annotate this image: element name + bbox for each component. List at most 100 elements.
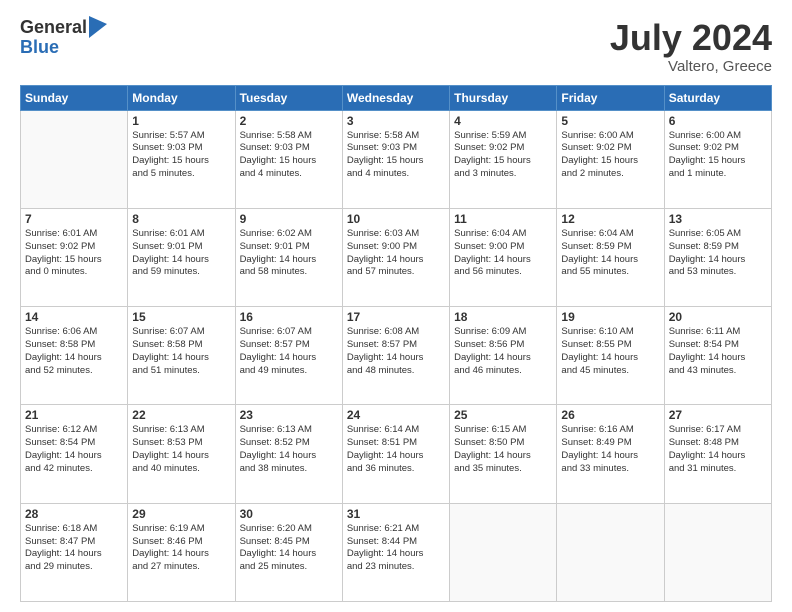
month-title: July 2024	[610, 18, 772, 58]
cell-info: Sunrise: 5:58 AM Sunset: 9:03 PM Dayligh…	[347, 130, 445, 181]
table-row: 10 Sunrise: 6:03 AM Sunset: 9:00 PM Dayli…	[342, 208, 449, 306]
day-number: 22	[132, 408, 230, 422]
table-row: 14 Sunrise: 6:06 AM Sunset: 8:58 PM Dayli…	[21, 307, 128, 405]
day-number: 26	[561, 408, 659, 422]
table-row: 13Sunrise: 6:05 AM Sunset: 8:59 PM Dayli…	[664, 208, 771, 306]
cell-info: Sunrise: 6:09 AM Sunset: 8:56 PM Dayligh…	[454, 326, 552, 377]
cell-info: Sunrise: 6:07 AM Sunset: 8:58 PM Dayligh…	[132, 326, 230, 377]
table-row: 3 Sunrise: 5:58 AM Sunset: 9:03 PM Daylig…	[342, 110, 449, 208]
table-row: 25 Sunrise: 6:15 AM Sunset: 8:50 PM Dayli…	[450, 405, 557, 503]
day-number: 5	[561, 114, 659, 128]
header: General Blue July 2024 Valtero, Greece	[20, 18, 772, 75]
col-monday: Monday	[128, 85, 235, 110]
day-number: 24	[347, 408, 445, 422]
table-row: 19 Sunrise: 6:10 AM Sunset: 8:55 PM Dayli…	[557, 307, 664, 405]
table-row: 30Sunrise: 6:20 AM Sunset: 8:45 PM Dayli…	[235, 503, 342, 601]
table-row: 2 Sunrise: 5:58 AM Sunset: 9:03 PM Daylig…	[235, 110, 342, 208]
table-row: 26 Sunrise: 6:16 AM Sunset: 8:49 PM Dayli…	[557, 405, 664, 503]
page: General Blue July 2024 Valtero, Greece S…	[0, 0, 792, 612]
table-row: 22 Sunrise: 6:13 AM Sunset: 8:53 PM Dayli…	[128, 405, 235, 503]
cell-info: Sunrise: 6:15 AM Sunset: 8:50 PM Dayligh…	[454, 424, 552, 475]
cell-info: Sunrise: 6:04 AM Sunset: 9:00 PM Dayligh…	[454, 228, 552, 279]
cell-info: Sunrise: 6:06 AM Sunset: 8:58 PM Dayligh…	[25, 326, 123, 377]
cell-info: Sunrise: 6:03 AM Sunset: 9:00 PM Dayligh…	[347, 228, 445, 279]
day-number: 25	[454, 408, 552, 422]
day-number: 15	[132, 310, 230, 324]
table-row	[557, 503, 664, 601]
col-tuesday: Tuesday	[235, 85, 342, 110]
cell-info: Sunrise: 6:00 AM Sunset: 9:02 PM Dayligh…	[669, 130, 767, 181]
cell-info: Sunrise: 6:21 AM Sunset: 8:44 PM Dayligh…	[347, 523, 445, 574]
calendar-table: Sunday Monday Tuesday Wednesday Thursday…	[20, 85, 772, 602]
table-row	[664, 503, 771, 601]
cell-info: Sunrise: 5:59 AM Sunset: 9:02 PM Dayligh…	[454, 130, 552, 181]
day-number: 23	[240, 408, 338, 422]
table-row: 12 Sunrise: 6:04 AM Sunset: 8:59 PM Dayli…	[557, 208, 664, 306]
day-number: 4	[454, 114, 552, 128]
table-row	[21, 110, 128, 208]
day-number: 3	[347, 114, 445, 128]
table-row: 18 Sunrise: 6:09 AM Sunset: 8:56 PM Dayli…	[450, 307, 557, 405]
calendar-week-row: 7 Sunrise: 6:01 AM Sunset: 9:02 PM Daylig…	[21, 208, 772, 306]
table-row: 4 Sunrise: 5:59 AM Sunset: 9:02 PM Daylig…	[450, 110, 557, 208]
title-area: July 2024 Valtero, Greece	[610, 18, 772, 75]
cell-info: Sunrise: 6:18 AM Sunset: 8:47 PM Dayligh…	[25, 523, 123, 574]
col-saturday: Saturday	[664, 85, 771, 110]
day-number: 28	[25, 507, 123, 521]
day-number: 1	[132, 114, 230, 128]
day-number: 7	[25, 212, 123, 226]
table-row: 24Sunrise: 6:14 AM Sunset: 8:51 PM Dayli…	[342, 405, 449, 503]
location: Valtero, Greece	[610, 58, 772, 75]
day-number: 14	[25, 310, 123, 324]
calendar-header-row: Sunday Monday Tuesday Wednesday Thursday…	[21, 85, 772, 110]
day-number: 27	[669, 408, 767, 422]
day-number: 12	[561, 212, 659, 226]
day-number: 6	[669, 114, 767, 128]
logo-general-text: General	[20, 18, 87, 38]
cell-info: Sunrise: 6:02 AM Sunset: 9:01 PM Dayligh…	[240, 228, 338, 279]
day-number: 18	[454, 310, 552, 324]
day-number: 19	[561, 310, 659, 324]
table-row: 28 Sunrise: 6:18 AM Sunset: 8:47 PM Dayli…	[21, 503, 128, 601]
table-row: 6 Sunrise: 6:00 AM Sunset: 9:02 PM Daylig…	[664, 110, 771, 208]
cell-info: Sunrise: 6:01 AM Sunset: 9:02 PM Dayligh…	[25, 228, 123, 279]
table-row: 23 Sunrise: 6:13 AM Sunset: 8:52 PM Dayli…	[235, 405, 342, 503]
cell-info: Sunrise: 5:58 AM Sunset: 9:03 PM Dayligh…	[240, 130, 338, 181]
day-number: 30	[240, 507, 338, 521]
col-wednesday: Wednesday	[342, 85, 449, 110]
logo-icon	[89, 16, 107, 38]
day-number: 2	[240, 114, 338, 128]
cell-info: Sunrise: 6:10 AM Sunset: 8:55 PM Dayligh…	[561, 326, 659, 377]
cell-info: Sunrise: 6:01 AM Sunset: 9:01 PM Dayligh…	[132, 228, 230, 279]
day-number: 11	[454, 212, 552, 226]
table-row: 17Sunrise: 6:08 AM Sunset: 8:57 PM Dayli…	[342, 307, 449, 405]
cell-info: Sunrise: 6:05 AM Sunset: 8:59 PM Dayligh…	[669, 228, 767, 279]
table-row: 31Sunrise: 6:21 AM Sunset: 8:44 PM Dayli…	[342, 503, 449, 601]
cell-info: Sunrise: 5:57 AM Sunset: 9:03 PM Dayligh…	[132, 130, 230, 181]
table-row: 29Sunrise: 6:19 AM Sunset: 8:46 PM Dayli…	[128, 503, 235, 601]
calendar-week-row: 21Sunrise: 6:12 AM Sunset: 8:54 PM Dayli…	[21, 405, 772, 503]
cell-info: Sunrise: 6:07 AM Sunset: 8:57 PM Dayligh…	[240, 326, 338, 377]
cell-info: Sunrise: 6:04 AM Sunset: 8:59 PM Dayligh…	[561, 228, 659, 279]
cell-info: Sunrise: 6:00 AM Sunset: 9:02 PM Dayligh…	[561, 130, 659, 181]
cell-info: Sunrise: 6:19 AM Sunset: 8:46 PM Dayligh…	[132, 523, 230, 574]
table-row: 27 Sunrise: 6:17 AM Sunset: 8:48 PM Dayli…	[664, 405, 771, 503]
table-row: 16Sunrise: 6:07 AM Sunset: 8:57 PM Dayli…	[235, 307, 342, 405]
table-row: 21Sunrise: 6:12 AM Sunset: 8:54 PM Dayli…	[21, 405, 128, 503]
table-row: 15 Sunrise: 6:07 AM Sunset: 8:58 PM Dayli…	[128, 307, 235, 405]
logo: General Blue	[20, 18, 107, 58]
calendar-week-row: 28 Sunrise: 6:18 AM Sunset: 8:47 PM Dayli…	[21, 503, 772, 601]
cell-info: Sunrise: 6:11 AM Sunset: 8:54 PM Dayligh…	[669, 326, 767, 377]
table-row	[450, 503, 557, 601]
table-row: 5 Sunrise: 6:00 AM Sunset: 9:02 PM Daylig…	[557, 110, 664, 208]
table-row: 1 Sunrise: 5:57 AM Sunset: 9:03 PM Daylig…	[128, 110, 235, 208]
cell-info: Sunrise: 6:08 AM Sunset: 8:57 PM Dayligh…	[347, 326, 445, 377]
cell-info: Sunrise: 6:13 AM Sunset: 8:53 PM Dayligh…	[132, 424, 230, 475]
table-row: 8Sunrise: 6:01 AM Sunset: 9:01 PM Daylig…	[128, 208, 235, 306]
cell-info: Sunrise: 6:13 AM Sunset: 8:52 PM Dayligh…	[240, 424, 338, 475]
day-number: 20	[669, 310, 767, 324]
table-row: 11 Sunrise: 6:04 AM Sunset: 9:00 PM Dayli…	[450, 208, 557, 306]
day-number: 10	[347, 212, 445, 226]
cell-info: Sunrise: 6:17 AM Sunset: 8:48 PM Dayligh…	[669, 424, 767, 475]
cell-info: Sunrise: 6:16 AM Sunset: 8:49 PM Dayligh…	[561, 424, 659, 475]
